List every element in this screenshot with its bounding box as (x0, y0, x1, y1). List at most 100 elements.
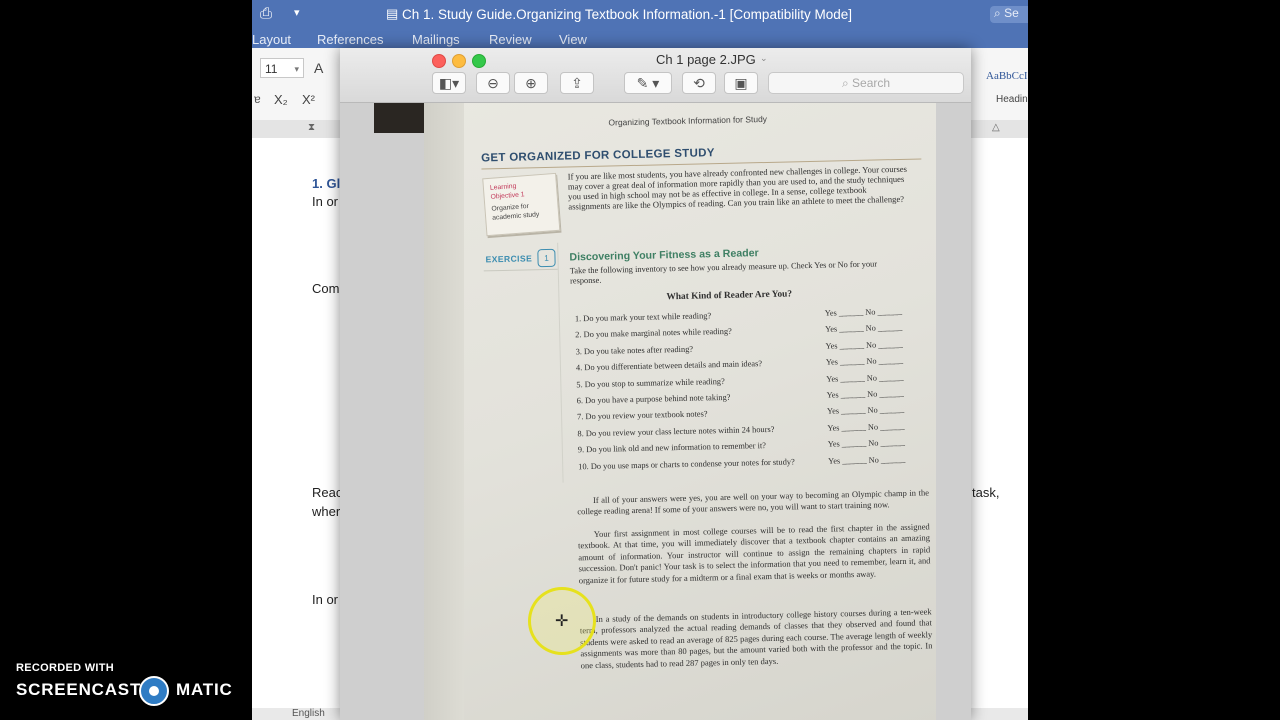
exercise-number: 1 (537, 248, 556, 268)
preview-title[interactable]: Ch 1 page 2.JPG (656, 52, 756, 67)
tab-layout[interactable]: Layout (252, 32, 291, 47)
style-name[interactable]: Headin (996, 94, 1028, 105)
exercise-title: Discovering Your Fitness as a Reader (569, 247, 759, 264)
right-indent-marker-icon[interactable]: △ (992, 122, 1000, 133)
doc-line: In or (312, 194, 339, 209)
sidebar-icon: ◧▾ (438, 75, 460, 91)
body-paragraph: In a study of the demands on students in… (579, 606, 933, 670)
word-document-title: Ch 1. Study Guide.Organizing Textbook In… (402, 7, 852, 22)
word-search-field[interactable]: ⌕ Se (990, 6, 1028, 23)
watermark-brand-left: SCREENCAST (16, 680, 142, 699)
preview-left-margin (340, 103, 424, 720)
document-icon: ▤ (386, 6, 399, 21)
search-icon: ⌕ (994, 6, 1001, 20)
superscript-icon[interactable]: X² (302, 92, 315, 107)
close-window-button[interactable] (432, 54, 446, 68)
photo-edge-dark (374, 103, 424, 133)
markup-button[interactable]: ✎ ▾ (624, 72, 672, 94)
font-size-select[interactable]: 11 ▾ (260, 58, 304, 78)
exercise-label: EXERCISE (485, 253, 533, 265)
exercise-instructions: Take the following inventory to see how … (569, 259, 878, 286)
tab-references[interactable]: References (317, 32, 383, 47)
yes-no-blanks: Yes ______ No ______ (826, 372, 904, 384)
share-button[interactable]: ⇪ (560, 72, 594, 94)
preview-right-margin (936, 103, 971, 720)
yes-no-blanks: Yes ______ No ______ (825, 339, 903, 351)
yes-no-blanks: Yes ______ No ______ (825, 323, 903, 335)
customize-toolbar-icon[interactable]: ▾ (294, 6, 300, 19)
yes-no-blanks: Yes ______ No ______ (824, 306, 903, 318)
yes-no-blanks: Yes ______ No ______ (826, 388, 904, 400)
strikethrough-icon[interactable]: ɐ (254, 92, 261, 106)
doc-line-fragment: task, (972, 485, 1000, 500)
word-ribbon-tabs: Layout References Mailings Review View (252, 30, 1028, 48)
share-icon: ⇪ (571, 75, 583, 91)
yes-no-blanks: Yes ______ No ______ (828, 454, 906, 466)
doc-line: wher (312, 504, 341, 519)
exercise-divider (557, 242, 564, 483)
preview-search-field[interactable]: ⌕ Search (768, 72, 964, 94)
rotate-button[interactable]: ⟲ (682, 72, 716, 94)
lo-text: academic study (491, 211, 540, 222)
print-icon[interactable]: ⎙ (260, 5, 272, 22)
inventory-question: 10. Do you use maps or charts to condens… (578, 457, 795, 471)
search-icon: ⌕ (841, 76, 853, 90)
rotate-icon: ⟲ (693, 75, 705, 91)
watermark-recorded-with: RECORDED WITH (16, 662, 115, 674)
sidebar-toggle-button[interactable]: ◧▾ (432, 72, 466, 94)
exercise-rule (483, 268, 558, 272)
preview-search-placeholder: Search (852, 76, 891, 90)
lo-label: Learning (489, 182, 517, 192)
zoom-in-button[interactable]: ⊕ (514, 72, 548, 94)
body-paragraph: Your first assignment in most college co… (577, 521, 931, 585)
language-indicator[interactable]: English (292, 708, 325, 719)
lo-number: Objective 1 (490, 191, 525, 201)
yes-no-blanks: Yes ______ No ______ (826, 405, 905, 417)
body-paragraph: If all of your answers were yes, you are… (577, 487, 930, 517)
tab-review[interactable]: Review (489, 32, 532, 47)
pen-icon: ✎ ▾ (636, 75, 660, 91)
inventory-question: 4. Do you differentiate between details … (575, 359, 763, 373)
watermark-brand-right: MATIC (176, 680, 233, 699)
subscript-icon[interactable]: X₂ (274, 92, 288, 107)
lo-text: Organize for (491, 202, 530, 213)
doc-line: Com (312, 281, 340, 296)
zoom-out-button[interactable]: ⊖ (476, 72, 510, 94)
minimize-window-button[interactable] (452, 54, 466, 68)
inventory-question: 8. Do you review your class lecture note… (577, 424, 775, 439)
running-head: Organizing Textbook Information for Stud… (608, 113, 768, 128)
zoom-window-button[interactable] (472, 54, 486, 68)
indent-marker-icon[interactable]: ⧗ (308, 122, 315, 133)
learning-objective-box: Learning Objective 1 Organize for academ… (482, 172, 561, 237)
doc-line: Reac (312, 485, 343, 500)
chevron-down-icon: ▾ (294, 64, 299, 74)
inventory-question: 6. Do you have a purpose behind note tak… (576, 392, 731, 406)
image-canvas[interactable]: Organizing Textbook Information for Stud… (424, 103, 936, 720)
inventory-list: 1. Do you mark your text while reading? Y… (456, 103, 936, 471)
yes-no-blanks: Yes ______ No ______ (827, 438, 906, 449)
title-chevron-icon[interactable]: ⌄ (760, 53, 768, 64)
inventory-question: 1. Do you mark your text while reading? (574, 311, 712, 324)
zoom-out-icon: ⊖ (487, 75, 499, 91)
grow-font-icon[interactable]: A (314, 60, 323, 76)
word-search-placeholder: Se (1004, 6, 1019, 20)
tab-view[interactable]: View (559, 32, 587, 47)
doc-line: In or (312, 592, 339, 607)
doc-heading: 1. Gl (312, 176, 341, 191)
screencast-logo-dot (149, 686, 159, 696)
markup-toolbar-button[interactable]: ▣ (724, 72, 758, 94)
chapter-heading: GET ORGANIZED FOR COLLEGE STUDY (481, 147, 715, 165)
preview-toolbar: Ch 1 page 2.JPG ⌄ ◧▾ ⊖ ⊕ ⇪ ✎ ▾ ⟲ ▣ ⌕ Sea… (340, 48, 971, 103)
zoom-in-icon: ⊕ (525, 75, 537, 91)
style-preview[interactable]: AaBbCcI (986, 70, 1028, 82)
intro-paragraph: If you are like most students, you have … (567, 163, 908, 212)
font-size-value: 11 (265, 62, 278, 76)
inventory-question: 3. Do you take notes after reading? (575, 344, 694, 357)
inventory-question: 5. Do you stop to summarize while readin… (576, 376, 725, 389)
inventory-title: What Kind of Reader Are You? (666, 289, 793, 303)
yes-no-blanks: Yes ______ No ______ (827, 421, 905, 433)
tab-mailings[interactable]: Mailings (412, 32, 460, 47)
preview-window: Ch 1 page 2.JPG ⌄ ◧▾ ⊖ ⊕ ⇪ ✎ ▾ ⟲ ▣ ⌕ Sea… (340, 48, 971, 720)
crosshair-cursor-icon: ✛ (555, 613, 569, 630)
inventory-question: 7. Do you review your textbook notes? (577, 409, 708, 422)
